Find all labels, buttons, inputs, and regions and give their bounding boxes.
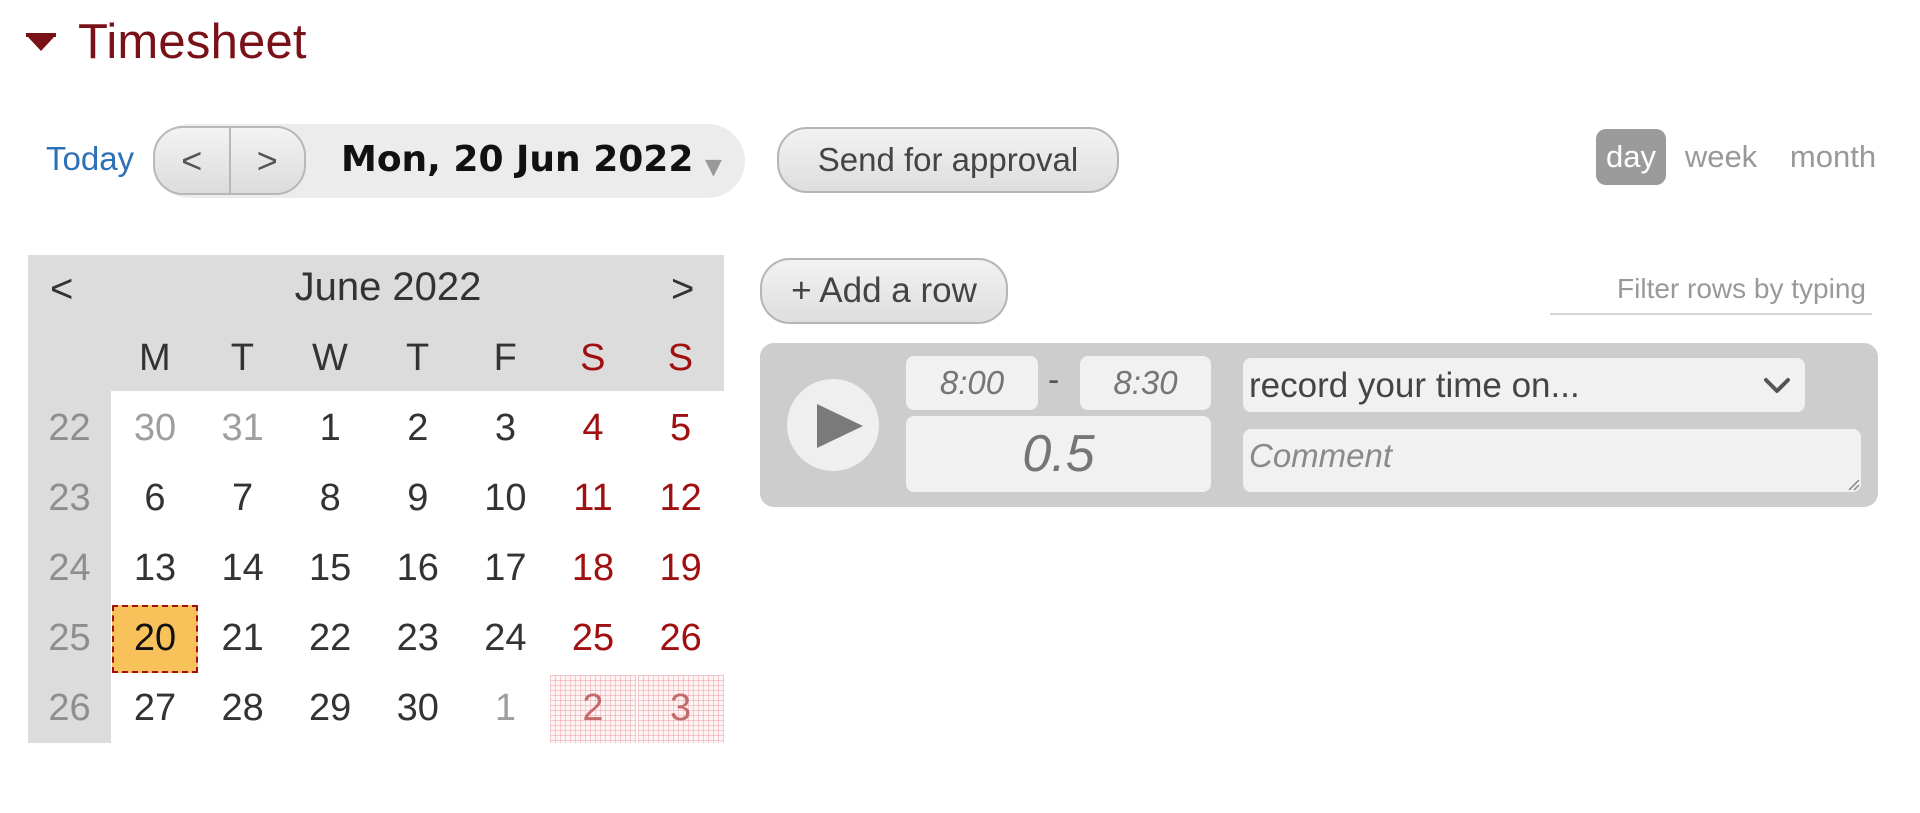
calendar-day[interactable]: 29: [287, 675, 373, 743]
timesheet-page: Timesheet Today < > Mon, 20 Jun 2022 ▼ S…: [0, 0, 1920, 813]
calendar-day[interactable]: 22: [287, 605, 373, 673]
week-number[interactable]: 26: [28, 674, 111, 744]
calendar-day[interactable]: 27: [112, 675, 198, 743]
weekday-header: T: [230, 337, 254, 379]
calendar-day[interactable]: 30: [112, 394, 198, 462]
weekday-header: F: [493, 337, 517, 379]
calendar-day[interactable]: 18: [550, 534, 636, 602]
calendar-day[interactable]: 7: [200, 464, 286, 532]
week-number[interactable]: 22: [28, 393, 111, 463]
calendar-day[interactable]: 12: [638, 464, 724, 532]
calendar-day[interactable]: 5: [638, 394, 724, 462]
calendar-day[interactable]: 17: [462, 534, 548, 602]
view-month-tab[interactable]: month: [1778, 129, 1888, 185]
calendar-day[interactable]: 23: [375, 605, 461, 673]
chevron-down-icon: [1764, 378, 1790, 393]
calendar-day[interactable]: 9: [375, 464, 461, 532]
page-title: Timesheet: [78, 15, 307, 69]
date-nav-buttons: < >: [153, 126, 306, 195]
time-entry-row: - record your time on...: [760, 343, 1878, 507]
comment-input[interactable]: [1243, 429, 1861, 492]
calendar-day[interactable]: 24: [462, 605, 548, 673]
calendar-day[interactable]: 30: [375, 675, 461, 743]
calendar-day[interactable]: 21: [200, 605, 286, 673]
calendar-next-month-button[interactable]: >: [671, 267, 694, 312]
weekday-header: S: [667, 337, 694, 379]
calendar-day[interactable]: 19: [638, 534, 724, 602]
project-select[interactable]: record your time on...: [1243, 358, 1805, 412]
play-icon: [817, 404, 863, 448]
calendar-day[interactable]: 6: [112, 464, 198, 532]
weekday-header: T: [405, 337, 430, 379]
project-select-label: record your time on...: [1249, 366, 1580, 405]
start-time-input[interactable]: [906, 356, 1038, 410]
calendar-day[interactable]: 3: [637, 674, 724, 743]
week-number[interactable]: 25: [28, 604, 111, 674]
calendar-day[interactable]: 11: [550, 464, 636, 532]
filter-rows-input[interactable]: [1550, 265, 1872, 315]
current-date-dropdown[interactable]: Mon, 20 Jun 2022: [341, 139, 693, 180]
caret-down-icon[interactable]: [26, 27, 56, 57]
start-timer-button[interactable]: [787, 379, 879, 471]
calendar-day[interactable]: 15: [287, 534, 373, 602]
previous-day-button[interactable]: <: [155, 128, 229, 193]
calendar-day[interactable]: 14: [200, 534, 286, 602]
send-for-approval-button[interactable]: Send for approval: [777, 127, 1119, 193]
calendar-day[interactable]: 31: [200, 394, 286, 462]
view-day-tab[interactable]: day: [1596, 129, 1666, 185]
calendar-day-selected[interactable]: 20: [112, 604, 198, 673]
calendar-day[interactable]: 2: [375, 394, 461, 462]
calendar-day[interactable]: 4: [550, 394, 636, 462]
weekday-header: S: [580, 337, 606, 379]
calendar-day[interactable]: 2: [550, 674, 636, 743]
today-link[interactable]: Today: [46, 140, 134, 178]
calendar-day[interactable]: 1: [462, 675, 548, 743]
resize-handle-icon[interactable]: [1848, 479, 1860, 491]
calendar-day[interactable]: 1: [287, 394, 373, 462]
calendar-day[interactable]: 28: [200, 675, 286, 743]
calendar-day[interactable]: 10: [462, 464, 548, 532]
end-time-input[interactable]: [1080, 356, 1211, 410]
calendar-day[interactable]: 25: [550, 605, 636, 673]
duration-input[interactable]: [906, 416, 1211, 492]
weekday-header: M: [138, 337, 171, 379]
week-number[interactable]: 24: [28, 533, 111, 603]
calendar-day[interactable]: 26: [638, 605, 724, 673]
calendar-month-label: June 2022: [294, 265, 482, 309]
calendar-day[interactable]: 16: [375, 534, 461, 602]
view-week-tab[interactable]: week: [1676, 129, 1766, 185]
week-number[interactable]: 23: [28, 463, 111, 533]
calendar-day[interactable]: 13: [112, 534, 198, 602]
calendar-day[interactable]: 3: [462, 394, 548, 462]
calendar-day[interactable]: 8: [287, 464, 373, 532]
timesheet-header[interactable]: Timesheet: [26, 14, 307, 70]
caret-down-icon[interactable]: ▼: [705, 155, 722, 180]
next-day-button[interactable]: >: [228, 128, 305, 193]
add-row-button[interactable]: + Add a row: [760, 258, 1008, 324]
mini-calendar: < June 2022 > M T W T F S S 22 30 31 1 2 3 4 5 23 6 7 8 9 10…: [28, 255, 724, 743]
weekday-header: W: [312, 337, 348, 379]
time-separator: -: [1048, 361, 1060, 399]
calendar-prev-month-button[interactable]: <: [50, 267, 73, 312]
